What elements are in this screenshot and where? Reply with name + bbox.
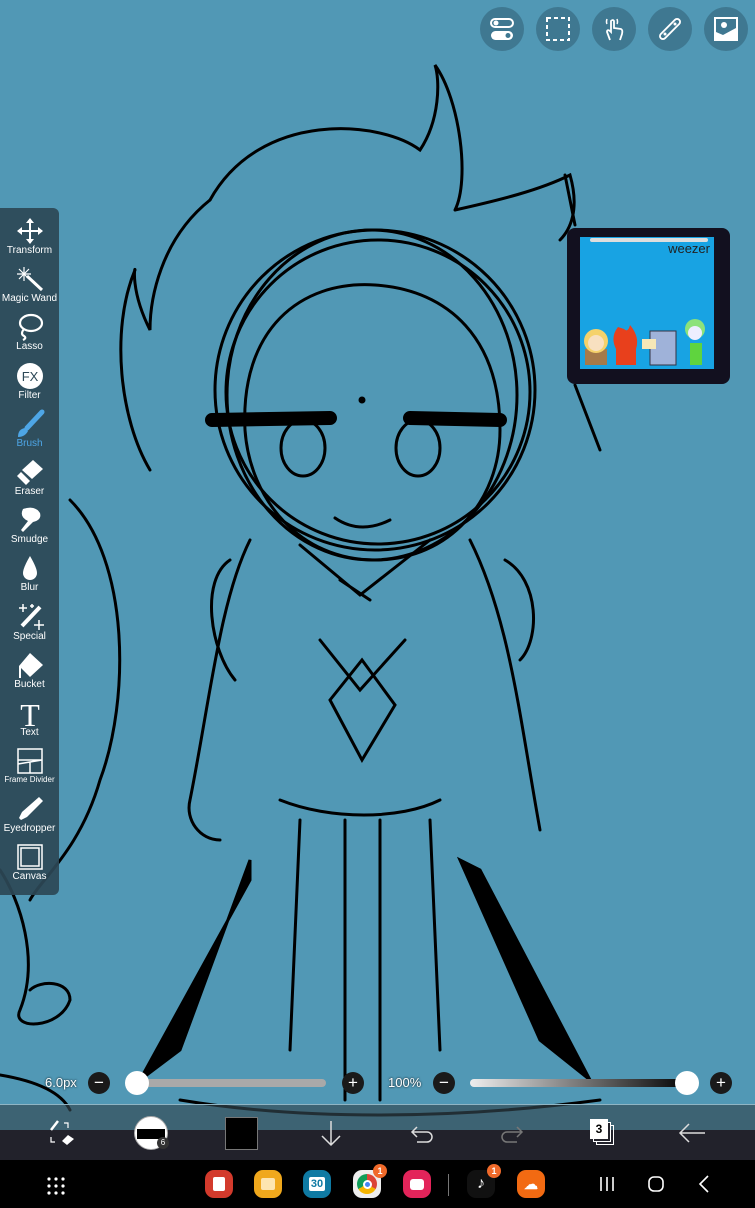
smudge-icon <box>20 507 40 533</box>
selection-button[interactable] <box>536 7 580 51</box>
tool-smudge[interactable]: Smudge <box>0 505 59 553</box>
ruler-icon <box>659 18 681 40</box>
app-tiktok[interactable]: ♪ 1 <box>467 1164 501 1198</box>
eraser-icon <box>16 459 43 485</box>
tool-bucket[interactable]: Bucket <box>0 650 59 698</box>
tiktok-badge: 1 <box>487 1164 501 1178</box>
svg-text:T: T <box>20 698 40 728</box>
toggle-icon <box>490 18 514 40</box>
brush-icon <box>17 409 44 437</box>
color-button[interactable] <box>223 1114 259 1152</box>
redo-icon <box>501 1126 524 1143</box>
tool-special[interactable]: Special <box>0 602 59 650</box>
tool-panel: Transform Magic Wand Lasso FX Filter Brus… <box>0 208 59 895</box>
opacity-increase-button[interactable]: + <box>710 1072 732 1094</box>
tool-transform[interactable]: Transform <box>0 216 59 264</box>
brush-size-label: 6.0px <box>45 1075 77 1090</box>
app-camera[interactable] <box>403 1170 431 1198</box>
tool-blur[interactable]: Blur <box>0 553 59 601</box>
arrow-left-icon <box>678 1123 705 1143</box>
reference-window[interactable]: weezer <box>567 228 730 384</box>
brush-preview-button[interactable]: 6 <box>133 1114 169 1152</box>
svg-text:FX: FX <box>21 369 38 384</box>
undo-icon <box>410 1126 433 1143</box>
opacity-slider[interactable] <box>470 1079 690 1087</box>
download-button[interactable] <box>313 1114 349 1152</box>
opacity-knob[interactable] <box>675 1071 699 1095</box>
tool-text[interactable]: T Text <box>0 698 59 746</box>
brush-eraser-swap-icon <box>50 1120 74 1145</box>
touch-icon <box>605 18 624 41</box>
app-soundcloud[interactable]: ☁ <box>517 1170 545 1198</box>
app-calendar[interactable]: 30 <box>303 1170 331 1198</box>
recent-apps-icon[interactable] <box>598 1176 616 1192</box>
magic-wand-icon <box>16 267 43 292</box>
reference-image: weezer <box>580 237 714 369</box>
redo-button[interactable] <box>494 1114 530 1152</box>
opacity-decrease-button[interactable]: − <box>433 1072 455 1094</box>
brush-sliders: 6.0px − + 100% − + <box>0 1068 755 1098</box>
toggle-button[interactable] <box>480 7 524 51</box>
app-chrome[interactable]: 1 <box>353 1164 387 1198</box>
layers-button[interactable]: 3 <box>584 1114 620 1152</box>
brush-size-slider[interactable] <box>133 1079 326 1087</box>
arrow-down-icon <box>321 1121 341 1147</box>
selection-icon <box>546 17 570 41</box>
tool-canvas[interactable]: Canvas <box>0 842 59 890</box>
drawing-canvas[interactable] <box>0 0 755 1208</box>
swap-brush-eraser-button[interactable] <box>43 1114 79 1152</box>
special-icon <box>18 603 44 630</box>
ruler-button[interactable] <box>648 7 692 51</box>
text-icon: T <box>20 698 40 728</box>
reference-image-button[interactable] <box>704 7 748 51</box>
current-color-swatch <box>224 1116 258 1150</box>
tool-eraser[interactable]: Eraser <box>0 457 59 505</box>
image-icon <box>714 17 738 41</box>
app-drawer-icon[interactable] <box>46 1176 66 1196</box>
eyedropper-icon <box>18 797 43 821</box>
brush-size-knob[interactable] <box>125 1071 149 1095</box>
bottom-toolbar <box>0 1130 755 1160</box>
chrome-badge: 1 <box>373 1164 387 1178</box>
layer-count: 3 <box>590 1119 608 1139</box>
drop-icon <box>22 556 37 581</box>
nav-back-icon[interactable] <box>697 1175 711 1193</box>
app-files[interactable] <box>254 1170 282 1198</box>
tool-filter[interactable]: FX Filter <box>0 361 59 409</box>
brush-badge: 6 <box>157 1137 169 1149</box>
back-button[interactable] <box>674 1114 710 1152</box>
tool-frame-divider[interactable]: Frame Divider <box>0 746 59 794</box>
tool-magic-wand[interactable]: Magic Wand <box>0 264 59 312</box>
home-icon[interactable] <box>647 1175 665 1193</box>
app-notes[interactable] <box>205 1170 233 1198</box>
touch-button[interactable] <box>592 7 636 51</box>
canvas-icon <box>16 844 43 871</box>
size-increase-button[interactable]: + <box>342 1072 364 1094</box>
undo-button[interactable] <box>404 1114 440 1152</box>
bottom-toolbar-top <box>0 1104 755 1130</box>
tool-eyedropper[interactable]: Eyedropper <box>0 794 59 842</box>
transform-icon <box>16 218 43 244</box>
tool-lasso[interactable]: Lasso <box>0 312 59 360</box>
frame-divider-icon <box>16 748 43 774</box>
lasso-icon <box>18 314 43 342</box>
tool-brush[interactable]: Brush <box>0 409 59 457</box>
size-decrease-button[interactable]: − <box>88 1072 110 1094</box>
bucket-icon <box>18 652 43 678</box>
fx-icon: FX <box>16 362 43 389</box>
band-characters-illustration <box>584 319 705 366</box>
opacity-label: 100% <box>388 1075 422 1090</box>
taskbar-divider <box>448 1174 449 1196</box>
